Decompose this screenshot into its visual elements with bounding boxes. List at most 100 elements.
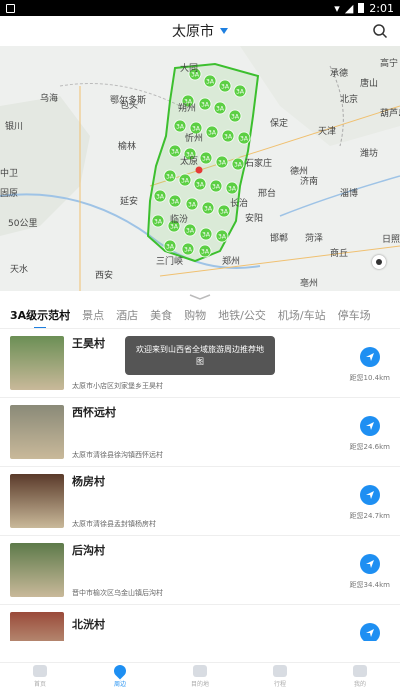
3a-marker[interactable]: 3A xyxy=(153,189,167,203)
nav-0[interactable]: 首页 xyxy=(0,663,80,690)
3a-marker[interactable]: 3A xyxy=(199,227,213,241)
tab-4[interactable]: 购物 xyxy=(184,307,206,325)
list-item[interactable]: 后沟村 晋中市榆次区乌金山镇后沟村 距您34.4km xyxy=(0,536,400,605)
svg-text:3A: 3A xyxy=(166,244,175,251)
3a-marker[interactable]: 3A xyxy=(168,194,182,208)
tab-2[interactable]: 酒店 xyxy=(116,307,138,325)
svg-text:3A: 3A xyxy=(218,160,227,167)
3a-marker[interactable]: 3A xyxy=(237,131,251,145)
tab-0[interactable]: 3A级示范村 xyxy=(10,307,70,328)
3a-marker[interactable]: 3A xyxy=(209,179,223,193)
map-place-label: 菏泽 xyxy=(305,234,324,244)
village-address: 太原市清徐县徐沟镇西怀远村 xyxy=(72,451,163,459)
profile-icon xyxy=(353,665,367,677)
map-place-label: 临汾 xyxy=(170,215,189,225)
svg-text:3A: 3A xyxy=(154,219,163,226)
3a-marker[interactable]: 3A xyxy=(225,181,239,195)
svg-text:3A: 3A xyxy=(224,134,233,141)
map-place-label: 安阳 xyxy=(245,214,264,224)
3a-marker[interactable]: 3A xyxy=(178,173,192,187)
navigate-button[interactable] xyxy=(360,485,380,505)
nav-1[interactable]: 周边 xyxy=(80,662,160,690)
3a-marker[interactable]: 3A xyxy=(213,101,227,115)
nav-4[interactable]: 我的 xyxy=(320,663,400,690)
svg-text:3A: 3A xyxy=(171,199,180,206)
map-place-label: 北京 xyxy=(340,95,359,105)
navigate-button[interactable] xyxy=(360,416,380,436)
distance-label: 距您24.7km xyxy=(349,512,390,520)
3a-marker[interactable]: 3A xyxy=(228,109,242,123)
map-place-label: 日照 xyxy=(382,235,400,245)
navigate-button[interactable] xyxy=(360,347,380,367)
nav-2[interactable]: 目的地 xyxy=(160,663,240,690)
3a-marker[interactable]: 3A xyxy=(199,151,213,165)
3a-marker[interactable]: 3A xyxy=(181,242,195,256)
navigation-arrow-icon xyxy=(366,491,374,499)
signal-icon: ◢ xyxy=(344,1,354,15)
tab-5[interactable]: 地铁/公交 xyxy=(218,307,266,325)
navigation-arrow-icon xyxy=(366,629,374,637)
village-photo xyxy=(10,336,64,390)
svg-text:3A: 3A xyxy=(181,178,190,185)
3a-marker[interactable]: 3A xyxy=(218,79,232,93)
toast-text: 欢迎来到山西省全域旅游周边推荐地图 xyxy=(136,344,264,366)
3a-marker[interactable]: 3A xyxy=(193,177,207,191)
navigate-button[interactable] xyxy=(360,554,380,574)
locate-icon xyxy=(376,259,382,265)
svg-text:3A: 3A xyxy=(202,232,211,239)
map-place-label: 保定 xyxy=(270,119,289,129)
navigate-button[interactable] xyxy=(360,623,380,641)
village-photo xyxy=(10,405,64,459)
3a-marker[interactable]: 3A xyxy=(205,125,219,139)
status-bar: ▾ ◢ 2:01 xyxy=(0,0,400,16)
3a-marker[interactable]: 3A xyxy=(221,129,235,143)
navigation-arrow-icon xyxy=(366,422,374,430)
3a-marker[interactable]: 3A xyxy=(163,239,177,253)
village-photo xyxy=(10,474,64,528)
3a-marker[interactable]: 3A xyxy=(201,201,215,215)
map-place-label: 大同 xyxy=(180,64,199,74)
tourism-map[interactable]: 3A 3A 3A 3A 3A 3A 3A 3A 3A 3A 3A 3A 3A 3A 3A 3A 3A 3A 3A 3A… xyxy=(0,46,400,291)
3a-marker[interactable]: 3A xyxy=(203,74,217,88)
svg-text:3A: 3A xyxy=(220,209,229,216)
map-place-label: 商丘 xyxy=(330,249,349,259)
3a-marker[interactable]: 3A xyxy=(198,97,212,111)
3a-marker[interactable]: 3A xyxy=(215,155,229,169)
svg-text:3A: 3A xyxy=(202,156,211,163)
list-item[interactable]: 西怀远村 太原市清徐县徐沟镇西怀远村 距您24.6km xyxy=(0,398,400,467)
3a-marker[interactable]: 3A xyxy=(163,169,177,183)
map-place-label: 西安 xyxy=(95,271,114,281)
map-place-label: 包头 xyxy=(120,101,139,111)
svg-text:3A: 3A xyxy=(188,202,197,209)
3a-marker[interactable]: 3A xyxy=(231,157,245,171)
3a-marker[interactable]: 3A xyxy=(151,214,165,228)
3a-marker[interactable]: 3A xyxy=(198,244,212,258)
svg-text:3A: 3A xyxy=(196,182,205,189)
tab-3[interactable]: 美食 xyxy=(150,307,172,325)
village-photo xyxy=(10,612,64,641)
drag-handle[interactable] xyxy=(0,291,400,303)
3a-marker[interactable]: 3A xyxy=(217,204,231,218)
3a-marker[interactable]: 3A xyxy=(215,229,229,243)
tab-6[interactable]: 机场/车站 xyxy=(278,307,326,325)
nav-3[interactable]: 行程 xyxy=(240,663,320,690)
list-item[interactable]: 北洸村距您35.6km xyxy=(0,605,400,641)
3a-marker[interactable]: 3A xyxy=(183,223,197,237)
svg-text:3A: 3A xyxy=(218,234,227,241)
list-item[interactable]: 杨房村 太原市清徐县孟封镇杨房村 距您24.7km xyxy=(0,467,400,536)
distance-label: 距您10.4km xyxy=(349,374,390,382)
svg-text:3A: 3A xyxy=(236,89,245,96)
locate-me-button[interactable] xyxy=(372,255,386,269)
tab-7[interactable]: 停车场 xyxy=(338,307,371,325)
location-pin-icon xyxy=(195,166,203,174)
tab-1[interactable]: 景点 xyxy=(82,307,104,325)
city-selector[interactable]: 太原市 xyxy=(172,21,214,41)
chevron-down-icon[interactable] xyxy=(220,28,228,34)
3a-marker[interactable]: 3A xyxy=(185,197,199,211)
3a-marker[interactable]: 3A xyxy=(233,84,247,98)
search-icon[interactable] xyxy=(372,23,388,39)
village-name: 北洸村 xyxy=(72,618,105,631)
map-place-label: 长治 xyxy=(230,199,249,209)
village-name: 后沟村 xyxy=(72,544,105,557)
map-place-label: 葫芦岛 xyxy=(380,109,400,119)
